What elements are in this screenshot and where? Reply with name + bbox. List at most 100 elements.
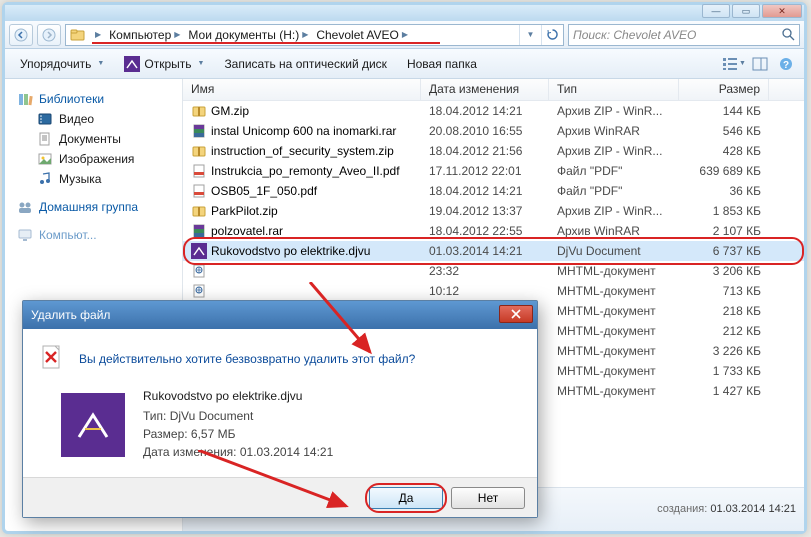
pictures-icon — [37, 151, 53, 167]
file-row[interactable]: 10:12MHTML-документ713 КБ — [183, 281, 804, 301]
file-size: 212 КБ — [679, 324, 769, 338]
file-row[interactable]: 23:32MHTML-документ3 206 КБ — [183, 261, 804, 281]
burn-button[interactable]: Записать на оптический диск — [215, 53, 396, 75]
djvu-icon — [191, 243, 207, 259]
file-size: 1 733 КБ — [679, 364, 769, 378]
window-titlebar[interactable]: ― ▭ ✕ — [5, 5, 804, 21]
maximize-button[interactable]: ▭ — [732, 4, 760, 18]
help-icon: ? — [779, 57, 793, 71]
open-button[interactable]: Открыть▼ — [115, 52, 213, 76]
file-type: MHTML-документ — [549, 284, 679, 298]
file-date: 01.03.2014 14:21 — [421, 244, 549, 258]
dialog-no-button[interactable]: Нет — [451, 487, 525, 509]
file-row[interactable]: GM.zip18.04.2012 14:21Архив ZIP - WinR..… — [183, 101, 804, 121]
file-date: 18.04.2012 22:55 — [421, 224, 549, 238]
zip-icon — [191, 143, 207, 159]
file-date: 18.04.2012 14:21 — [421, 104, 549, 118]
refresh-button[interactable] — [541, 25, 563, 45]
preview-pane-button[interactable] — [748, 53, 772, 75]
file-name: instruction_of_security_system.zip — [211, 144, 394, 158]
column-size[interactable]: Размер — [679, 79, 769, 100]
video-icon — [37, 111, 53, 127]
djvu-large-icon — [61, 393, 125, 457]
homegroup-icon — [17, 199, 33, 215]
column-date[interactable]: Дата изменения — [421, 79, 549, 100]
dialog-file-details: Rukovodstvo po elektrike.djvu Тип: DjVu … — [143, 387, 333, 461]
dialog-question: Вы действительно хотите безвозвратно уда… — [79, 352, 415, 366]
dialog-titlebar[interactable]: Удалить файл — [23, 301, 537, 329]
file-row[interactable]: ParkPilot.zip19.04.2012 13:37Архив ZIP -… — [183, 201, 804, 221]
rar-icon — [191, 123, 207, 139]
music-icon — [37, 171, 53, 187]
zip-icon — [191, 203, 207, 219]
column-name[interactable]: Имя — [183, 79, 421, 100]
arrow-right-icon — [42, 28, 56, 42]
file-row[interactable]: Instrukcia_po_remonty_Aveo_II.pdf17.11.2… — [183, 161, 804, 181]
file-size: 144 КБ — [679, 104, 769, 118]
sidebar-item-documents[interactable]: Документы — [17, 129, 178, 149]
sidebar-item-pictures[interactable]: Изображения — [17, 149, 178, 169]
file-type: Файл "PDF" — [549, 184, 679, 198]
breadcrumb-bar[interactable]: ▶ Компьютер▶ Мои документы (H:)▶ Chevole… — [65, 24, 564, 46]
status-created: создания: 01.03.2014 14:21 — [657, 502, 796, 516]
file-name: polzovatel.rar — [211, 224, 283, 238]
file-type: Архив WinRAR — [549, 224, 679, 238]
file-size: 2 107 КБ — [679, 224, 769, 238]
file-name: ParkPilot.zip — [211, 204, 278, 218]
file-size: 639 689 КБ — [679, 164, 769, 178]
file-type: Архив ZIP - WinR... — [549, 144, 679, 158]
list-icon — [722, 57, 738, 71]
computer-icon — [17, 227, 33, 243]
address-bar: ▶ Компьютер▶ Мои документы (H:)▶ Chevole… — [5, 21, 804, 49]
file-row[interactable]: Rukovodstvo po elektrike.djvu 01.03.2014 … — [183, 241, 804, 261]
refresh-icon — [546, 28, 559, 41]
rar-icon — [191, 223, 207, 239]
close-icon — [511, 309, 521, 319]
annotation-underline — [92, 42, 440, 44]
toolbar: Упорядочить▼ Открыть▼ Записать на оптиче… — [5, 49, 804, 79]
file-date: 23:32 — [421, 264, 549, 278]
sidebar-computer[interactable]: Компьют... — [17, 225, 178, 245]
file-size: 546 КБ — [679, 124, 769, 138]
file-row[interactable]: OSB05_1F_050.pdf18.04.2012 14:21Файл "PD… — [183, 181, 804, 201]
djvu-icon — [124, 56, 140, 72]
file-type: MHTML-документ — [549, 264, 679, 278]
file-name: Instrukcia_po_remonty_Aveo_II.pdf — [211, 164, 400, 178]
search-input[interactable]: Поиск: Chevolet AVEO — [568, 24, 800, 46]
file-row[interactable]: instal Unicomp 600 na inomarki.rar20.08.… — [183, 121, 804, 141]
sidebar-item-video[interactable]: Видео — [17, 109, 178, 129]
organize-button[interactable]: Упорядочить▼ — [11, 53, 113, 75]
file-type: MHTML-документ — [549, 324, 679, 338]
minimize-button[interactable]: ― — [702, 4, 730, 18]
window-close-button[interactable]: ✕ — [762, 4, 802, 18]
sidebar-item-music[interactable]: Музыка — [17, 169, 178, 189]
new-folder-button[interactable]: Новая папка — [398, 53, 486, 75]
pdf-icon — [191, 163, 207, 179]
sidebar-homegroup[interactable]: Домашняя группа — [17, 197, 178, 217]
file-type: MHTML-документ — [549, 344, 679, 358]
file-type: MHTML-документ — [549, 364, 679, 378]
svg-text:?: ? — [783, 60, 789, 71]
file-size: 6 737 КБ — [679, 244, 769, 258]
dropdown-button[interactable]: ▼ — [519, 25, 541, 45]
file-row[interactable]: polzovatel.rar 18.04.2012 22:55Архив WinR… — [183, 221, 804, 241]
file-name: Rukovodstvo po elektrike.djvu — [211, 244, 370, 258]
dialog-yes-button[interactable]: Да — [369, 487, 443, 509]
dialog-close-button[interactable] — [499, 305, 533, 323]
file-type: Архив WinRAR — [549, 124, 679, 138]
nav-forward-button[interactable] — [37, 24, 61, 46]
view-options-button[interactable]: ▼ — [722, 53, 746, 75]
help-button[interactable]: ? — [774, 53, 798, 75]
folder-icon — [70, 27, 86, 43]
documents-icon — [37, 131, 53, 147]
column-type[interactable]: Тип — [549, 79, 679, 100]
nav-back-button[interactable] — [9, 24, 33, 46]
column-headers: Имя Дата изменения Тип Размер — [183, 79, 804, 101]
sidebar-libraries[interactable]: Библиотеки — [17, 89, 178, 109]
file-date: 18.04.2012 14:21 — [421, 184, 549, 198]
file-type: Файл "PDF" — [549, 164, 679, 178]
file-size: 218 КБ — [679, 304, 769, 318]
file-row[interactable]: instruction_of_security_system.zip18.04.… — [183, 141, 804, 161]
mht-icon — [191, 263, 207, 279]
libraries-icon — [17, 91, 33, 107]
